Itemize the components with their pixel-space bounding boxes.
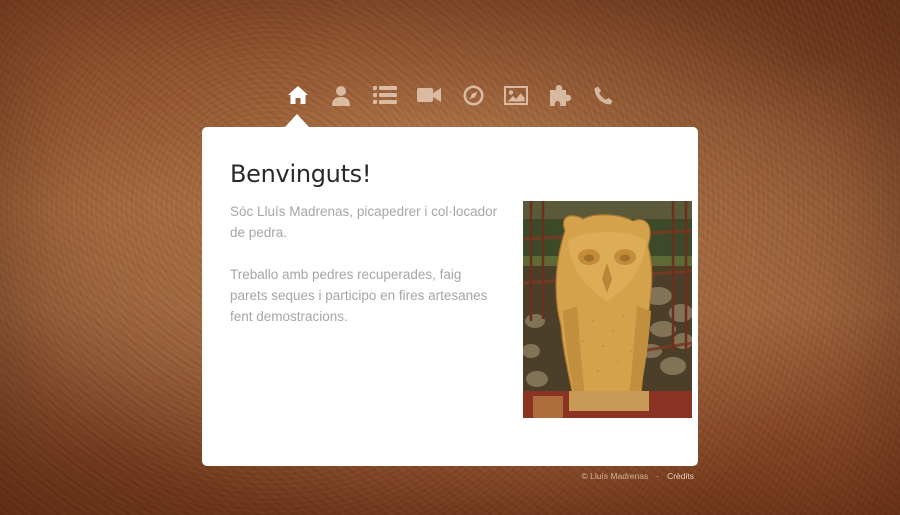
list-icon bbox=[373, 86, 397, 104]
video-camera-icon bbox=[417, 88, 441, 102]
footer-separator: - bbox=[656, 471, 660, 481]
owl-sculpture-image bbox=[523, 201, 692, 418]
nav-services[interactable] bbox=[547, 82, 573, 108]
nav-list[interactable] bbox=[372, 82, 398, 108]
nav-compass[interactable] bbox=[460, 82, 486, 108]
intro-paragraph-1: Sóc Lluís Madrenas, picapedrer i col·loc… bbox=[230, 204, 498, 240]
welcome-panel: Benvinguts! Sóc Lluís Madrenas, picapedr… bbox=[202, 127, 698, 466]
owl-sculpture-photo bbox=[523, 201, 692, 418]
image-icon bbox=[504, 85, 528, 105]
active-tab-pointer bbox=[285, 114, 309, 127]
intro-text: Sóc Lluís Madrenas, picapedrer i col·loc… bbox=[230, 201, 502, 348]
copyright-text: © Lluís Madrenas bbox=[581, 471, 649, 481]
nav-video[interactable] bbox=[416, 82, 442, 108]
nav-about[interactable] bbox=[328, 82, 354, 108]
home-icon bbox=[288, 86, 308, 104]
page-title: Benvinguts! bbox=[230, 160, 372, 188]
compass-icon bbox=[462, 85, 483, 105]
nav-gallery[interactable] bbox=[503, 82, 529, 108]
phone-icon bbox=[594, 86, 612, 104]
main-nav bbox=[0, 82, 900, 108]
nav-contact[interactable] bbox=[590, 82, 616, 108]
footer: © Lluís Madrenas - Crèdits bbox=[0, 471, 694, 481]
intro-paragraph-2: Treballo amb pedres recuperades, faig pa… bbox=[230, 267, 488, 324]
puzzle-icon bbox=[550, 84, 571, 106]
nav-home[interactable] bbox=[285, 82, 311, 108]
credits-link[interactable]: Crèdits bbox=[667, 471, 694, 481]
user-icon bbox=[332, 85, 350, 106]
